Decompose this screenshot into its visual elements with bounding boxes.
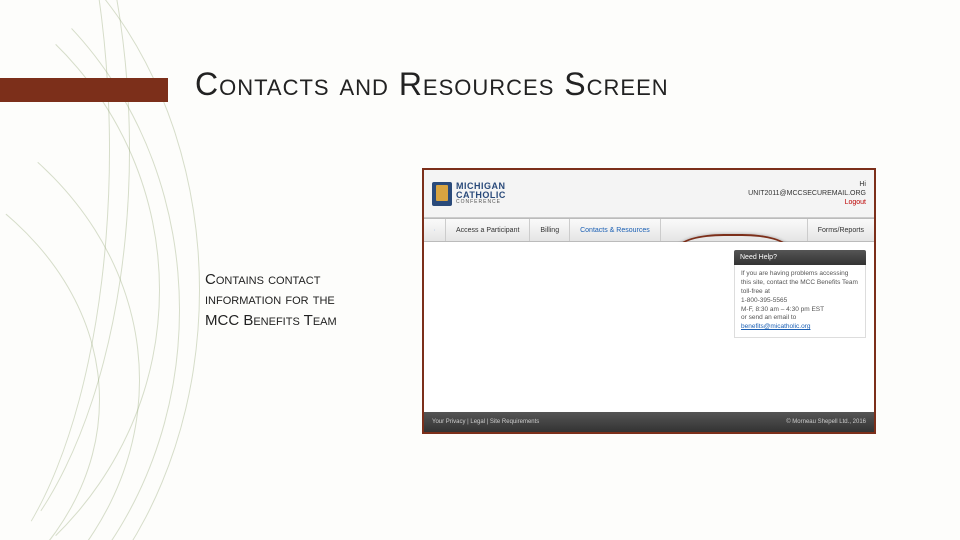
help-text: If you are having problems accessing thi… [741,270,859,288]
app-body: Need Help? If you are having problems ac… [424,242,874,412]
body-line: MCC Benefits Team [205,311,337,331]
app-logo: MICHIGAN CATHOLIC CONFERENCE [432,182,506,206]
logo-text: MICHIGAN CATHOLIC CONFERENCE [456,182,506,205]
help-panel: Need Help? If you are having problems ac… [734,250,866,338]
accent-bar [0,78,168,102]
help-body: If you are having problems accessing thi… [734,265,866,337]
body-line: Contains contact [205,270,337,290]
user-info: Hi UNIT2011@MCCSECUREMAIL.ORG Logout [748,180,866,207]
slide: Contacts and Resources Screen Contains c… [0,0,960,540]
body-text: Contains contact information for the MCC… [205,270,337,331]
decorative-line [0,60,140,540]
footer-left: Your Privacy | Legal | Site Requirements [432,419,539,425]
decorative-line [0,120,100,540]
app-footer: Your Privacy | Legal | Site Requirements… [424,412,874,432]
nav-contacts[interactable]: Contacts & Resources [570,219,661,241]
nav-home-icon[interactable] [424,219,446,241]
logo-line: CONFERENCE [456,200,506,205]
user-greeting: Hi [748,180,866,189]
slide-title: Contacts and Resources Screen [195,66,669,103]
user-email: UNIT2011@MCCSECUREMAIL.ORG [748,189,866,198]
help-text: or send an email to [741,314,859,323]
app-nav: Access a Participant Billing Contacts & … [424,218,874,242]
help-hours: M-F, 8:30 am – 4:30 pm EST [741,306,859,315]
logo-icon [432,182,452,206]
help-phone: 1-800-395-5565 [741,297,859,306]
help-email-link[interactable]: benefits@micatholic.org [741,323,810,330]
help-text: toll-free at [741,288,859,297]
app-screenshot: MICHIGAN CATHOLIC CONFERENCE Hi UNIT2011… [422,168,876,434]
help-title: Need Help? [734,250,866,265]
nav-billing[interactable]: Billing [530,219,570,241]
footer-right: © Morneau Shepell Ltd., 2016 [786,419,866,425]
nav-forms[interactable]: Forms/Reports [807,219,874,241]
app-header: MICHIGAN CATHOLIC CONFERENCE Hi UNIT2011… [424,170,874,218]
body-line: information for the [205,290,337,310]
logout-link[interactable]: Logout [748,198,866,207]
nav-access[interactable]: Access a Participant [446,219,530,241]
